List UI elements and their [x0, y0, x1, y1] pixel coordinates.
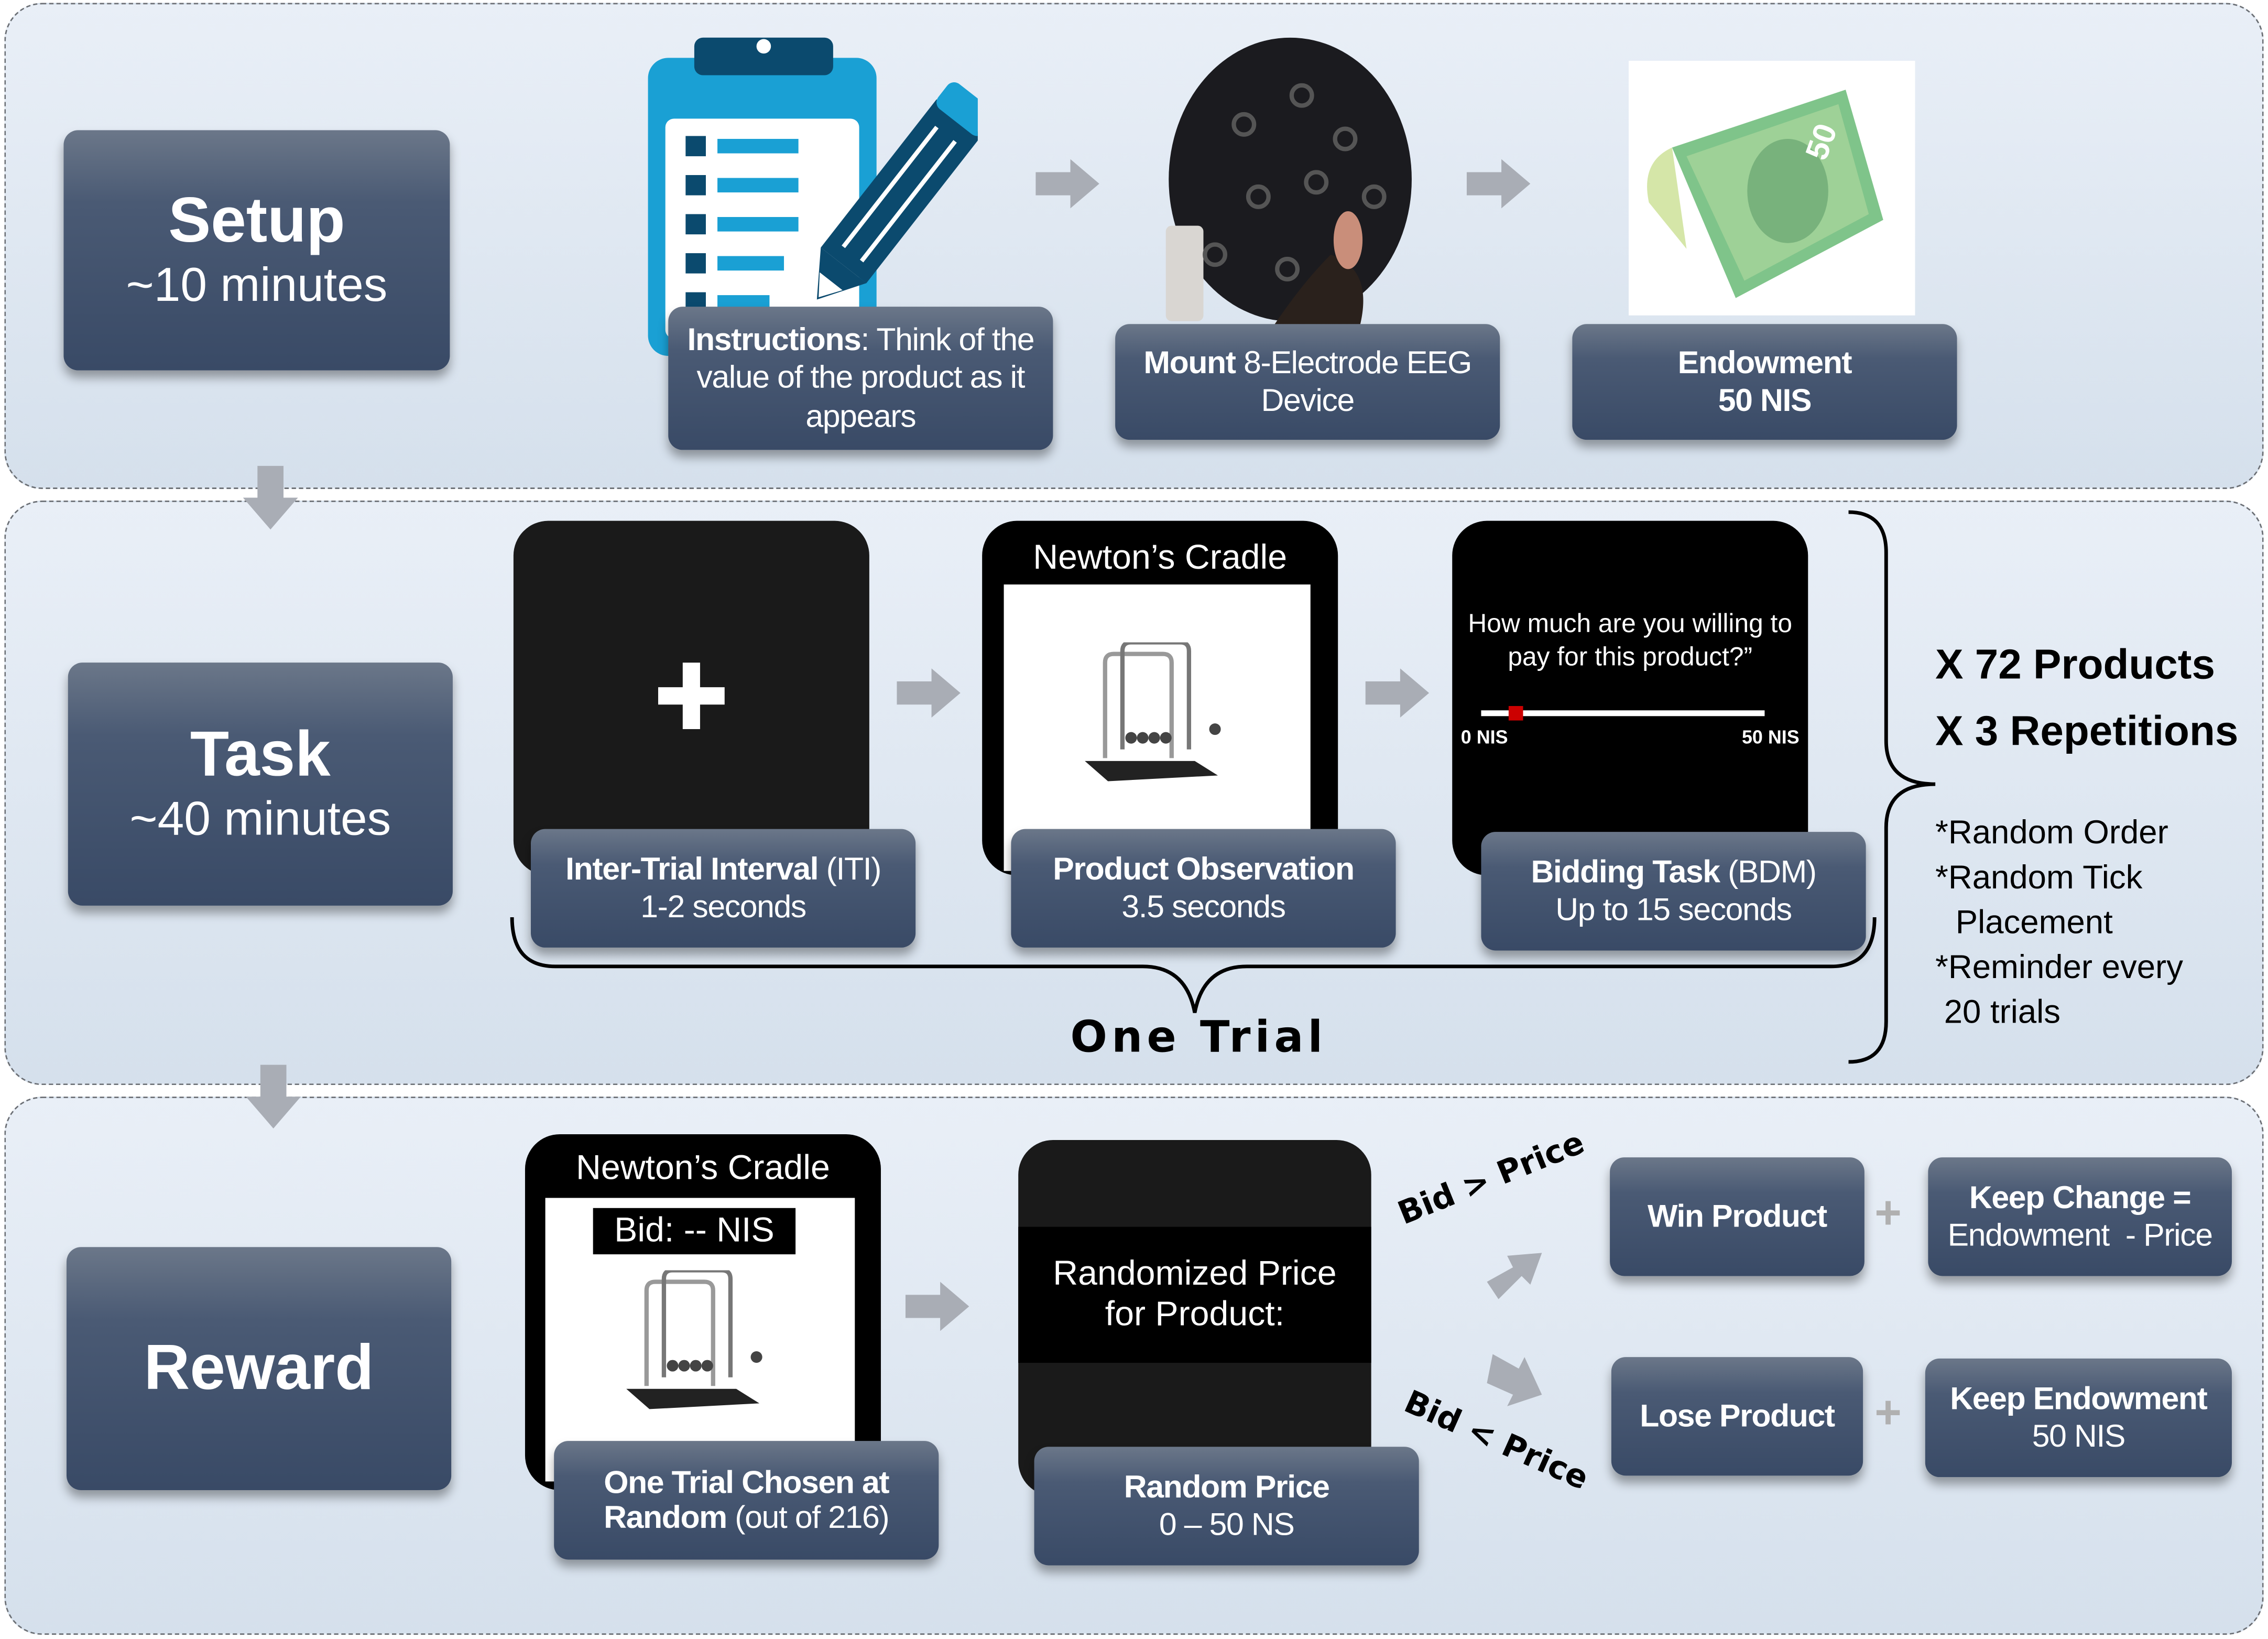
observation-label: Product Observation [1053, 850, 1355, 886]
task-phase-box: Task ~40 minutes [68, 663, 453, 906]
note-random-tick: *Random Tick [1935, 858, 2143, 896]
down-right-arrow-icon [1487, 1354, 1542, 1406]
repetitions-count: X 3 Repetitions [1935, 709, 2239, 755]
right-arrow-icon [1365, 668, 1430, 718]
product-observation-screen: Newton’s Cradle [982, 520, 1338, 875]
up-right-arrow-icon [1487, 1253, 1542, 1299]
task-duration: ~40 minutes [129, 791, 391, 846]
chosen-product-name: Newton’s Cradle [576, 1148, 830, 1188]
mount-text: 8-Electrode EEG Device [1235, 343, 1472, 418]
note-placement: Placement [1955, 903, 2113, 941]
keep-change-box: Keep Change = Endowment - Price [1928, 1157, 2232, 1276]
iti-abbrev: (ITI) [818, 850, 882, 886]
task-title: Task [190, 719, 331, 790]
win-product-label: Win Product [1648, 1197, 1827, 1234]
scale-max-label: 50 NIS [1741, 726, 1800, 748]
bidding-abbrev: (BDM) [1719, 853, 1817, 889]
price-screen-line-1: Randomized Price [1053, 1254, 1337, 1294]
keep-endowment-amount: 50 NIS [2032, 1417, 2126, 1455]
random-price-box: Random Price 0 – 50 NS [1034, 1447, 1419, 1566]
chosen-trial-screen: Newton’s Cradle Bid: -- NIS [525, 1134, 881, 1491]
diagram: Setup ~10 minutes Instructions: Think of… [0, 0, 2268, 1639]
price-screen-line-2: for Product: [1105, 1295, 1285, 1334]
bidding-screen: How much are you willing to pay for this… [1452, 520, 1808, 875]
repetition-brace [1848, 510, 1936, 1064]
mount-label: Mount [1143, 343, 1236, 380]
plus-icon: + [1874, 1186, 1902, 1239]
newtons-cradle-icon [626, 1270, 762, 1409]
bid-label: Bid: -- NIS [593, 1208, 796, 1255]
right-arrow-icon [1035, 159, 1099, 209]
reward-title: Reward [144, 1332, 374, 1403]
endowment-title: Endowment [1677, 343, 1852, 380]
win-product-box: Win Product [1610, 1157, 1864, 1276]
mount-eeg-box: Mount 8-Electrode EEG Device [1115, 324, 1500, 440]
right-arrow-icon [905, 1282, 969, 1331]
bid-question: How much are you willing to pay for this… [1468, 609, 1793, 672]
chosen-count: (out of 216) [726, 1499, 889, 1535]
eeg-headcap-icon [1165, 37, 1412, 327]
endowment-box: Endowment 50 NIS [1572, 324, 1957, 440]
banknote-image: 50 [1628, 60, 1915, 316]
notes-list: *Random Order *Random Tick Placement *Re… [1935, 810, 2183, 1035]
iti-label: Inter-Trial Interval [565, 850, 819, 886]
fixation-cross-icon [658, 663, 725, 730]
right-arrow-icon [897, 668, 961, 718]
note-random-order: *Random Order [1935, 813, 2168, 851]
instructions-label: Instructions [687, 321, 862, 357]
product-name: Newton’s Cradle [1033, 538, 1288, 578]
keep-change-formula: Endowment - Price [1947, 1217, 2213, 1253]
newtons-cradle-icon [1085, 642, 1221, 781]
setup-duration: ~10 minutes [126, 258, 388, 312]
price-banner: Randomized Price for Product: [1018, 1226, 1371, 1363]
lose-product-label: Lose Product [1640, 1397, 1835, 1434]
instructions-box: Instructions: Think of the value of the … [668, 307, 1053, 450]
product-image [1004, 584, 1311, 871]
setup-phase-box: Setup ~10 minutes [63, 130, 450, 371]
note-20-trials: 20 trials [1944, 992, 2061, 1030]
bid-slider[interactable] [1481, 705, 1765, 721]
one-trial-brace [510, 917, 1877, 1013]
setup-title: Setup [168, 185, 345, 256]
bid-slider-tick[interactable] [1508, 705, 1523, 721]
random-price-screen: Randomized Price for Product: [1018, 1140, 1371, 1496]
down-arrow-icon [243, 465, 298, 530]
scale-min-label: 0 NIS [1460, 726, 1508, 748]
keep-change-title: Keep Change = [1969, 1178, 2191, 1215]
iti-screen [513, 520, 869, 875]
keep-endowment-box: Keep Endowment 50 NIS [1925, 1358, 2232, 1478]
note-reminder: *Reminder every [1935, 947, 2183, 985]
banknote-icon: 50 [1647, 90, 1883, 298]
chosen-trial-box: One Trial Chosen at Random (out of 216) [554, 1441, 939, 1560]
keep-endowment-title: Keep Endowment [1950, 1380, 2208, 1416]
plus-icon: + [1874, 1386, 1902, 1438]
endowment-amount: 50 NIS [1718, 382, 1812, 418]
random-price-range: 0 – 50 NS [1159, 1506, 1295, 1543]
right-arrow-icon [1466, 159, 1531, 209]
lose-product-box: Lose Product [1611, 1357, 1863, 1476]
reward-phase-box: Reward [66, 1247, 452, 1491]
one-trial-label: One Trial [1070, 1013, 1327, 1063]
bidding-label: Bidding Task [1531, 853, 1720, 889]
down-arrow-icon [246, 1065, 301, 1128]
random-price-title: Random Price [1124, 1468, 1330, 1504]
chosen-product-image: Bid: -- NIS [545, 1198, 855, 1482]
products-count: X 72 Products [1935, 642, 2215, 689]
